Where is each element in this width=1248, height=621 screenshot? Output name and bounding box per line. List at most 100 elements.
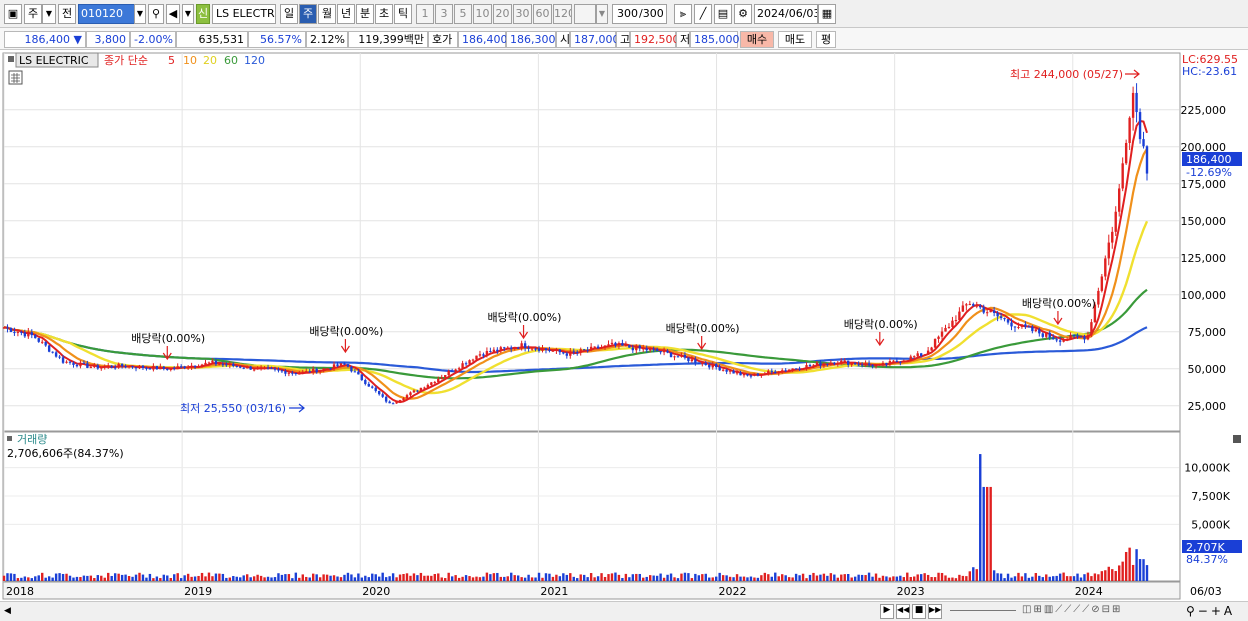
date-input[interactable]: 2024/06/03	[754, 4, 818, 24]
candle-body	[860, 364, 864, 366]
candle-body	[378, 390, 381, 395]
interval-dropdown-icon[interactable]: ▼	[596, 4, 608, 24]
volume-bar	[1111, 569, 1114, 581]
chart-area[interactable]: 25,000 50,000 75,000 100,000 125,000 150,000 1…	[0, 50, 1248, 601]
volume-bar	[600, 573, 603, 581]
volume-bar	[1138, 559, 1142, 581]
candle-body	[982, 307, 985, 313]
volume-bar	[367, 577, 370, 581]
candle-body	[669, 352, 673, 358]
code-dropdown-icon[interactable]: ▼	[134, 4, 146, 24]
volume-bar	[96, 575, 100, 581]
period-week[interactable]: 주	[299, 4, 317, 24]
quote-open: 187,000	[570, 31, 620, 48]
candle-body	[600, 347, 603, 349]
volume-bar	[2, 575, 6, 581]
volume-bar	[44, 577, 47, 581]
stop-icon[interactable]: ■	[912, 604, 926, 619]
speaker-icon[interactable]: ◀	[166, 4, 180, 24]
avg-button[interactable]: 평	[816, 31, 836, 48]
zoom-controls[interactable]: ⚲−+A	[1186, 604, 1246, 619]
volume-bar	[895, 576, 899, 581]
volume-bar	[1093, 573, 1097, 581]
rewind-icon[interactable]: ◀◀	[896, 604, 910, 619]
code-input[interactable]: 010120	[78, 4, 136, 24]
interval-3[interactable]: 3	[435, 4, 453, 24]
panel-close-icon[interactable]	[1233, 435, 1241, 443]
volume-bar	[822, 573, 826, 581]
candle-body	[30, 332, 33, 336]
interval-20[interactable]: 20	[493, 4, 512, 24]
quote-vol-ratio: 56.57%	[248, 31, 306, 48]
candle-body	[1051, 337, 1055, 340]
forward-icon[interactable]: ▶▶	[928, 604, 942, 619]
candle-body	[1031, 326, 1034, 332]
x-tick-label: 2020	[362, 585, 390, 598]
table-icon[interactable]	[8, 70, 23, 85]
interval-30[interactable]: 30	[513, 4, 532, 24]
buy-button[interactable]: 매수	[740, 31, 774, 48]
play-icon[interactable]: ▶	[880, 604, 894, 619]
bottom-scrollbar[interactable]: ◀ ▶ ◀◀ ■ ▶▶ ◫⊞▥⟋⟋⟋⟋⊘⊟⊞ ⚲−+A	[0, 601, 1248, 621]
candle-body	[954, 320, 958, 322]
volume-bar	[391, 573, 395, 581]
speaker-dropdown-icon[interactable]: ▼	[182, 4, 194, 24]
candle-body	[648, 348, 652, 351]
prefix-button[interactable]: 전	[58, 4, 76, 24]
period-day[interactable]: 일	[280, 4, 298, 24]
interval-120[interactable]: 120	[553, 4, 572, 24]
count-input[interactable]: 300	[612, 4, 640, 24]
candle-body	[1107, 242, 1110, 259]
candle-body	[933, 338, 937, 348]
volume-bar	[27, 577, 30, 581]
candle-body	[200, 364, 204, 367]
candle-body	[631, 347, 635, 351]
interval-60[interactable]: 60	[533, 4, 552, 24]
candle-type-icon[interactable]: ⫸	[674, 4, 692, 24]
period-tick[interactable]: 틱	[394, 4, 412, 24]
drawing-tools[interactable]: ◫⊞▥⟋⟋⟋⟋⊘⊟⊞	[1022, 604, 1182, 619]
interval-5[interactable]: 5	[454, 4, 472, 24]
market-dropdown-icon[interactable]: ▼	[42, 4, 56, 24]
candle-body	[708, 364, 711, 368]
dividend-label: 배당락(0.00%)	[488, 311, 562, 324]
candle-body	[961, 305, 965, 312]
window-icon[interactable]: ▣	[4, 4, 22, 24]
line-tool-icon[interactable]: ╱	[694, 4, 712, 24]
calendar-icon[interactable]: ▦	[818, 4, 836, 24]
market-select[interactable]: 주	[24, 4, 42, 24]
volume-bar	[902, 577, 906, 581]
interval-custom-input[interactable]	[574, 4, 596, 24]
candle-body	[572, 351, 575, 353]
candle-body	[186, 367, 190, 369]
candle-body	[464, 363, 468, 365]
candle-body	[1135, 92, 1138, 113]
period-month[interactable]: 월	[318, 4, 336, 24]
period-second[interactable]: 초	[375, 4, 393, 24]
candle-body	[447, 370, 450, 376]
volume-bar	[610, 573, 614, 581]
candle-body	[1017, 326, 1020, 328]
candle-body	[565, 353, 569, 356]
volume-bar	[1017, 572, 1020, 581]
period-minute[interactable]: 분	[356, 4, 374, 24]
volume-bar	[1104, 570, 1107, 581]
scroll-left-icon[interactable]: ◀	[4, 606, 14, 618]
sell-button[interactable]: 매도	[778, 31, 812, 48]
interval-1[interactable]: 1	[416, 4, 434, 24]
save-icon[interactable]: ▤	[714, 4, 732, 24]
period-year[interactable]: 년	[337, 4, 355, 24]
search-icon[interactable]: ⚲	[148, 4, 164, 24]
volume-bar	[544, 573, 548, 581]
volume-bar	[708, 577, 711, 581]
volume-bar	[635, 573, 638, 581]
candle-body	[774, 371, 777, 374]
gear-icon[interactable]: ⚙	[734, 4, 752, 24]
candle-body	[152, 365, 155, 370]
volume-panel[interactable]	[2, 431, 1181, 582]
volume-bar	[982, 486, 985, 581]
zoom-slider[interactable]	[950, 610, 1016, 614]
volume-bar	[767, 574, 770, 581]
interval-10[interactable]: 10	[473, 4, 492, 24]
volume-bar	[867, 572, 871, 581]
